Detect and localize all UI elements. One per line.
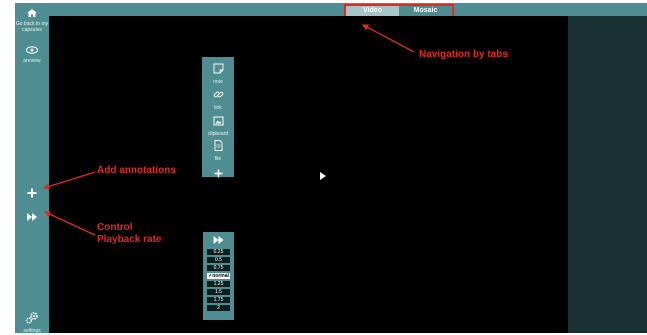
callout-arrows	[42, 24, 415, 236]
tabs-arrow	[361, 24, 415, 53]
annotations-arrow	[42, 171, 96, 190]
playback-arrow	[43, 211, 96, 236]
